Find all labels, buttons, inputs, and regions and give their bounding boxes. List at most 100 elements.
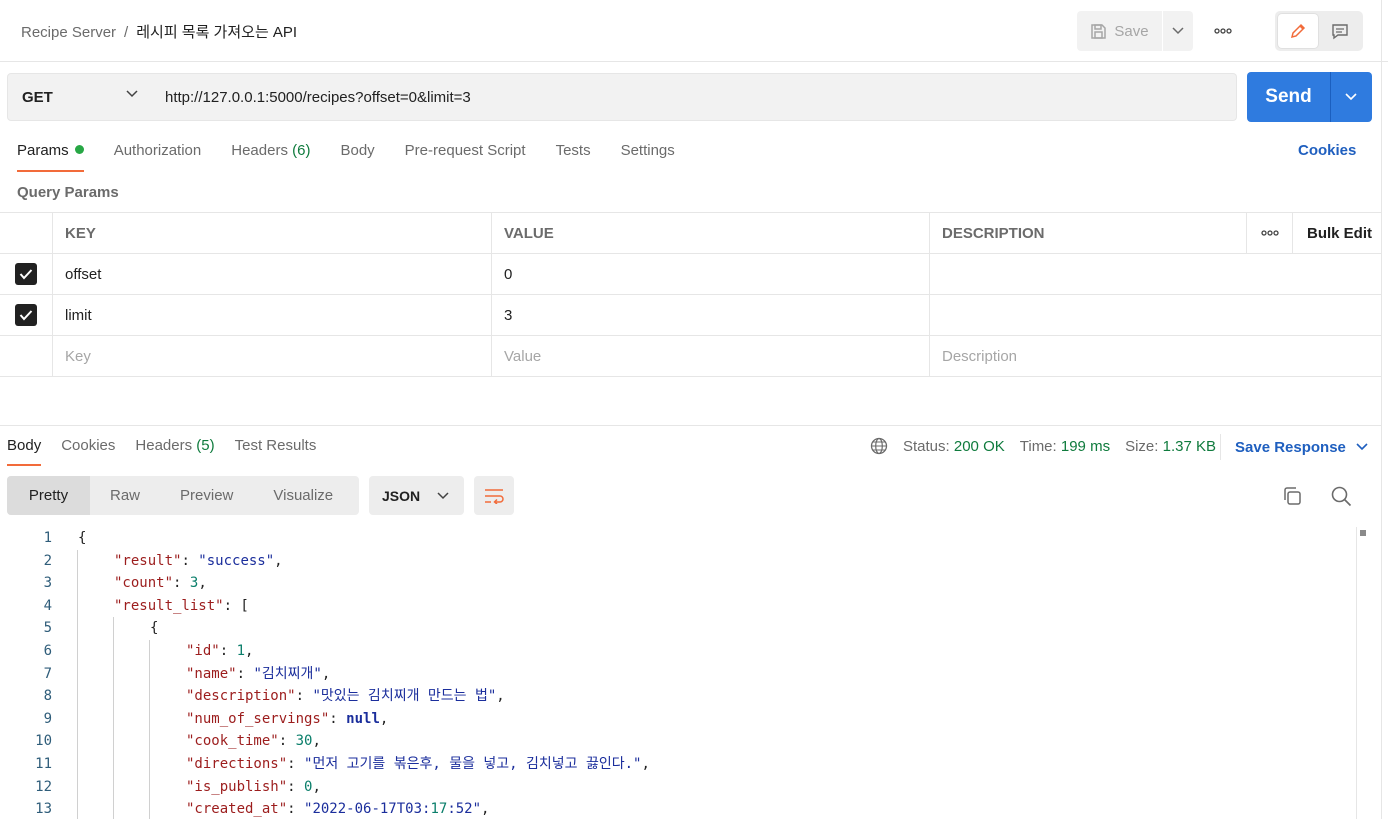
request-header: Recipe Server / 레시피 목록 가져오는 API Save bbox=[0, 0, 1388, 62]
breadcrumb-separator: / bbox=[124, 24, 129, 41]
search-icon[interactable] bbox=[1330, 485, 1352, 507]
response-tab-headers[interactable]: Headers (5) bbox=[135, 437, 214, 466]
code-text: "num_of_servings": null, bbox=[186, 710, 389, 727]
url-value: http://127.0.0.1:5000/recipes?offset=0&l… bbox=[165, 88, 471, 106]
table-row: offset 0 bbox=[0, 254, 1381, 295]
method-select[interactable]: GET bbox=[7, 73, 152, 121]
param-key-cell[interactable]: limit bbox=[52, 295, 491, 335]
params-header-row: KEY VALUE DESCRIPTION Bulk Edit bbox=[0, 213, 1381, 254]
code-line: 2 "result": "success", bbox=[0, 549, 1381, 573]
copy-icon[interactable] bbox=[1281, 485, 1303, 507]
code-line: 1{ bbox=[0, 527, 1381, 550]
params-active-dot bbox=[74, 145, 84, 154]
row-checkbox-cell bbox=[0, 254, 52, 294]
send-dropdown-button[interactable] bbox=[1331, 72, 1371, 122]
line-number: 13 bbox=[35, 801, 52, 818]
tab-authorization[interactable]: Authorization bbox=[114, 142, 202, 172]
column-options-button[interactable] bbox=[1246, 213, 1292, 253]
code-text: { bbox=[78, 530, 87, 546]
line-number: 10 bbox=[35, 733, 52, 750]
line-number: 12 bbox=[35, 778, 52, 795]
save-response-label: Save Response bbox=[1235, 438, 1346, 456]
new-key-input[interactable]: Key bbox=[52, 336, 491, 376]
code-text: "cook_time": 30, bbox=[186, 733, 321, 750]
code-text: "id": 1, bbox=[186, 642, 254, 659]
request-tabs: Params Authorization Headers (6) Body Pr… bbox=[17, 142, 705, 172]
param-value-cell[interactable]: 3 bbox=[491, 295, 929, 335]
more-horizontal-icon bbox=[1260, 230, 1279, 236]
code-text: "description": "맛있는 김치찌개 만드는 법", bbox=[186, 688, 505, 705]
view-preview[interactable]: Preview bbox=[160, 476, 253, 515]
status-value[interactable]: 200 OK bbox=[954, 438, 1005, 455]
save-dropdown-button[interactable] bbox=[1162, 11, 1193, 51]
line-number: 11 bbox=[35, 755, 52, 772]
size-value[interactable]: 1.37 KB bbox=[1163, 438, 1216, 455]
tab-headers-label: Headers bbox=[231, 142, 288, 159]
format-select[interactable]: JSON bbox=[369, 476, 464, 515]
editor-scrollbar[interactable] bbox=[1356, 527, 1357, 819]
response-tab-cookies[interactable]: Cookies bbox=[61, 437, 115, 466]
breadcrumb: Recipe Server / 레시피 목록 가져오는 API bbox=[21, 21, 297, 42]
edit-mode-button[interactable] bbox=[1278, 14, 1318, 48]
url-input[interactable]: http://127.0.0.1:5000/recipes?offset=0&l… bbox=[151, 73, 1237, 121]
check-icon bbox=[19, 310, 33, 321]
param-value-cell[interactable]: 0 bbox=[491, 254, 929, 294]
code-line: 13 "created_at": "2022-06-17T03:17:52", bbox=[0, 798, 1381, 819]
send-button[interactable]: Send bbox=[1247, 72, 1331, 122]
tab-prerequest-script[interactable]: Pre-request Script bbox=[405, 142, 526, 172]
more-actions-button[interactable] bbox=[1208, 20, 1238, 42]
code-line: 11 "directions": "먼저 고기를 볶은후, 물을 넣고, 김치넣고… bbox=[0, 752, 1381, 776]
view-pretty[interactable]: Pretty bbox=[7, 476, 90, 515]
code-text: { bbox=[150, 620, 159, 637]
header-checkbox-cell bbox=[0, 213, 52, 253]
headers-count: (6) bbox=[292, 142, 311, 159]
tab-body[interactable]: Body bbox=[340, 142, 374, 172]
globe-icon[interactable] bbox=[870, 437, 888, 455]
code-line: 10 "cook_time": 30, bbox=[0, 730, 1381, 753]
view-visualize[interactable]: Visualize bbox=[253, 476, 353, 515]
line-number: 4 bbox=[43, 597, 52, 614]
view-mode-toggle bbox=[1275, 11, 1363, 51]
param-enabled-checkbox[interactable] bbox=[15, 304, 37, 326]
row-checkbox-cell bbox=[0, 336, 52, 376]
tab-settings[interactable]: Settings bbox=[621, 142, 675, 172]
code-line: 6 "id": 1, bbox=[0, 639, 1381, 663]
save-icon bbox=[1091, 23, 1107, 39]
tab-headers[interactable]: Headers (6) bbox=[231, 142, 310, 172]
comments-mode-button[interactable] bbox=[1320, 14, 1360, 48]
request-name[interactable]: 레시피 목록 가져오는 API bbox=[136, 24, 297, 41]
tab-tests[interactable]: Tests bbox=[556, 142, 591, 172]
save-button[interactable]: Save bbox=[1077, 11, 1162, 51]
response-divider[interactable] bbox=[0, 425, 1381, 426]
code-line: 4 "result_list": [ bbox=[0, 594, 1381, 618]
view-raw[interactable]: Raw bbox=[90, 476, 160, 515]
param-key-cell[interactable]: offset bbox=[52, 254, 491, 294]
new-description-input[interactable]: Description bbox=[929, 336, 1381, 376]
response-body-editor[interactable]: 1{ 2 "result": "success", 3 "count": 3, 4 "… bbox=[0, 527, 1381, 819]
tab-params[interactable]: Params bbox=[17, 142, 84, 172]
scrollbar-arrow[interactable] bbox=[1360, 530, 1366, 536]
pencil-icon bbox=[1290, 23, 1306, 39]
cookies-link[interactable]: Cookies bbox=[1298, 142, 1356, 159]
line-number: 1 bbox=[43, 530, 52, 546]
save-response-button[interactable]: Save Response bbox=[1220, 434, 1368, 460]
check-icon bbox=[19, 269, 33, 280]
time-value[interactable]: 199 ms bbox=[1061, 438, 1110, 455]
response-tab-test-results[interactable]: Test Results bbox=[235, 437, 317, 466]
bulk-edit-button[interactable]: Bulk Edit bbox=[1292, 213, 1381, 253]
line-number: 6 bbox=[43, 642, 52, 659]
code-text: "created_at": "2022-06-17T03:17:52", bbox=[186, 801, 490, 818]
wrap-lines-button[interactable] bbox=[474, 476, 514, 515]
new-value-input[interactable]: Value bbox=[491, 336, 929, 376]
column-description: DESCRIPTION bbox=[929, 213, 1246, 253]
code-line: 5{ bbox=[0, 617, 1381, 640]
table-row: limit 3 bbox=[0, 295, 1381, 336]
param-description-cell[interactable] bbox=[929, 254, 1381, 294]
param-description-cell[interactable] bbox=[929, 295, 1381, 335]
response-headers-label: Headers bbox=[135, 437, 193, 454]
param-enabled-checkbox[interactable] bbox=[15, 263, 37, 285]
breadcrumb-collection[interactable]: Recipe Server bbox=[21, 24, 116, 41]
row-checkbox-cell bbox=[0, 295, 52, 335]
response-tab-body[interactable]: Body bbox=[7, 437, 42, 466]
code-text: "result_list": [ bbox=[114, 597, 249, 614]
